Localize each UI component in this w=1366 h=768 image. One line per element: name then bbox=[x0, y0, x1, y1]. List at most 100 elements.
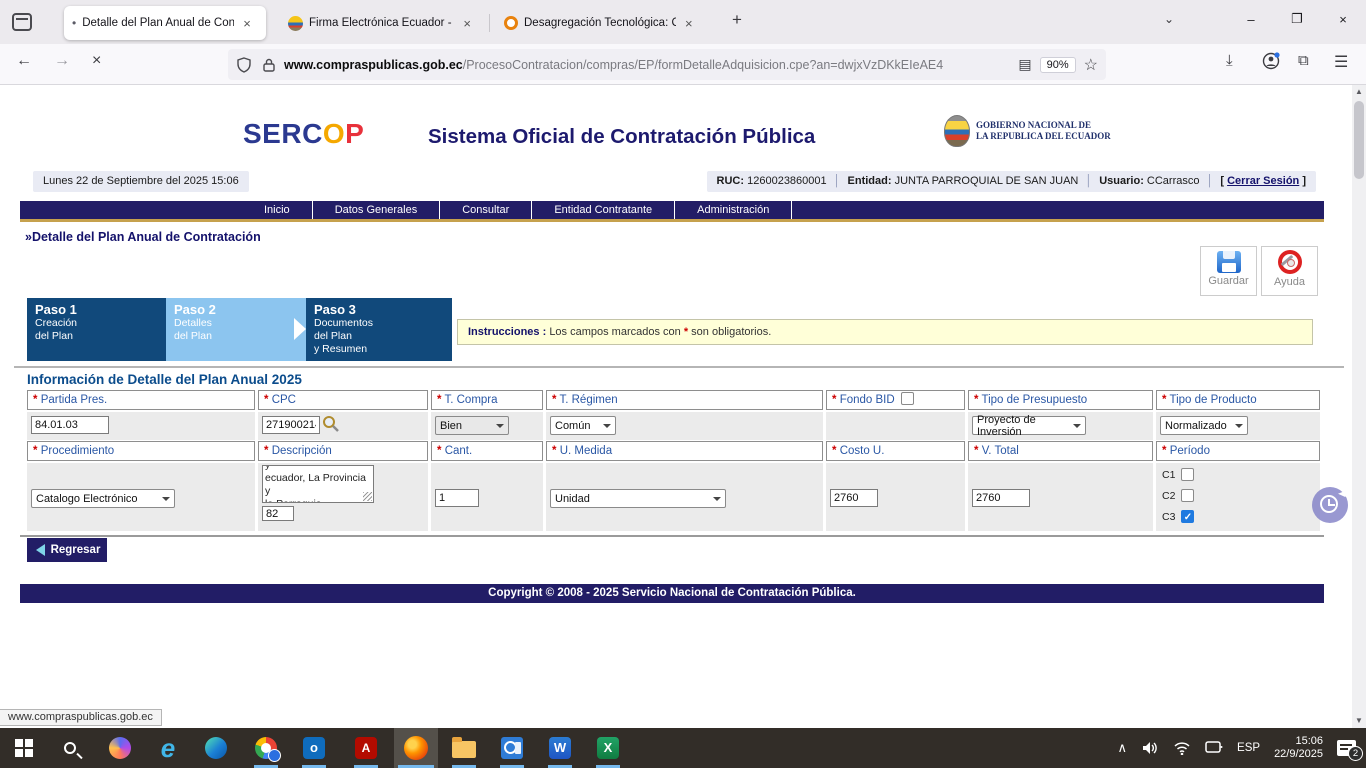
language-indicator[interactable]: ESP bbox=[1237, 742, 1260, 754]
account-icon[interactable] bbox=[1262, 52, 1280, 70]
taskbar-internet-explorer[interactable]: e bbox=[146, 728, 190, 768]
periodo-c1-checkbox[interactable] bbox=[1181, 468, 1194, 481]
tab-firma-electronica[interactable]: Firma Electrónica Ecuador - Firm × bbox=[280, 6, 482, 40]
tab-title: Detalle del Plan Anual de Contr bbox=[82, 17, 234, 29]
vtotal-input[interactable] bbox=[972, 489, 1030, 507]
url-bar[interactable]: www.compraspublicas.gob.ec/ProcesoContra… bbox=[228, 49, 1106, 80]
periodo-c3-checkbox[interactable]: ✓ bbox=[1181, 510, 1194, 523]
hamburger-menu-icon[interactable]: ☰ bbox=[1334, 52, 1348, 72]
tab-detalle-plan[interactable]: • Detalle del Plan Anual de Contr × bbox=[64, 6, 266, 40]
step-line: del Plan bbox=[35, 330, 166, 343]
back-page-button[interactable]: Regresar bbox=[27, 538, 107, 562]
sidebar-icon[interactable]: ⧉ bbox=[1298, 52, 1309, 69]
volume-icon[interactable] bbox=[1141, 740, 1159, 756]
umedida-select[interactable]: Unidad bbox=[550, 489, 726, 508]
zoom-level-badge[interactable]: 90% bbox=[1040, 57, 1076, 73]
menu-item-inicio[interactable]: Inicio bbox=[242, 201, 313, 219]
cell-tcompra: Bien bbox=[431, 412, 543, 440]
start-button[interactable] bbox=[2, 728, 46, 768]
taskbar-file-explorer[interactable] bbox=[442, 728, 486, 768]
logout-link[interactable]: Cerrar Sesión bbox=[1227, 175, 1299, 187]
tab-close-icon[interactable]: × bbox=[460, 16, 474, 31]
scroll-up-icon[interactable]: ▲ bbox=[1352, 85, 1366, 99]
descripcion-textarea[interactable]: ecuador, La Provincia y ecuador, La Prov… bbox=[262, 465, 374, 503]
partida-input[interactable] bbox=[31, 416, 109, 434]
list-tabs-chevron-icon[interactable]: ⌄ bbox=[1164, 12, 1174, 26]
tpresupuesto-select[interactable]: Proyecto de Inversión bbox=[972, 416, 1086, 435]
taskbar-word[interactable]: W bbox=[538, 728, 582, 768]
taskbar-outlook[interactable]: o bbox=[292, 728, 336, 768]
notifications-icon[interactable]: 2 bbox=[1337, 740, 1356, 756]
instructions-box: Instrucciones : Los campos marcados con … bbox=[457, 319, 1313, 345]
downloads-icon[interactable]: ⤓ bbox=[1226, 52, 1233, 69]
url-text[interactable]: www.compraspublicas.gob.ec/ProcesoContra… bbox=[284, 58, 1018, 72]
periodo-c2-checkbox[interactable] bbox=[1181, 489, 1194, 502]
taskbar-search-button[interactable] bbox=[48, 728, 92, 768]
menu-item-datos-generales[interactable]: Datos Generales bbox=[313, 201, 441, 219]
tab-close-icon[interactable]: × bbox=[682, 16, 696, 31]
resize-handle[interactable] bbox=[363, 492, 372, 501]
scrollbar-thumb[interactable] bbox=[1354, 101, 1364, 179]
cant-input[interactable] bbox=[435, 489, 479, 507]
step-line: y Resumen bbox=[314, 343, 452, 356]
taskbar-firefox-active[interactable] bbox=[394, 728, 438, 768]
page-title: Sistema Oficial de Contratación Pública bbox=[428, 125, 815, 149]
maximize-button[interactable]: ❐ bbox=[1274, 0, 1320, 38]
fondo-bid-checkbox[interactable] bbox=[901, 392, 914, 405]
cell-tregimen: Común bbox=[546, 412, 823, 440]
back-button[interactable]: ← bbox=[16, 52, 32, 70]
cell-cant bbox=[431, 463, 543, 531]
minimize-button[interactable]: – bbox=[1228, 0, 1274, 38]
tab-title: Desagregación Tecnológica: Cál bbox=[524, 17, 676, 29]
reader-mode-icon[interactable]: ▤ bbox=[1018, 56, 1031, 73]
firefox-view-icon[interactable] bbox=[12, 13, 32, 31]
scroll-down-icon[interactable]: ▼ bbox=[1352, 714, 1366, 728]
taskbar-edge[interactable] bbox=[194, 728, 238, 768]
cpc-search-icon[interactable] bbox=[322, 415, 340, 433]
tcompra-select[interactable]: Bien bbox=[435, 416, 509, 435]
taskbar-acrobat[interactable]: A bbox=[344, 728, 388, 768]
cast-icon[interactable] bbox=[1205, 741, 1223, 755]
lock-icon[interactable] bbox=[262, 57, 276, 73]
bottom-divider bbox=[20, 535, 1324, 537]
new-tab-button[interactable]: + bbox=[732, 10, 742, 30]
forward-button[interactable]: → bbox=[54, 52, 70, 70]
descripcion-line2: la Parroquia. bbox=[265, 498, 371, 503]
tab-close-icon[interactable]: × bbox=[240, 16, 254, 31]
menu-item-administracion[interactable]: Administración bbox=[675, 201, 792, 219]
taskbar-system-app[interactable] bbox=[490, 728, 534, 768]
tab-desagregacion[interactable]: Desagregación Tecnológica: Cál × bbox=[496, 6, 708, 40]
descripcion-extra-input[interactable] bbox=[262, 506, 294, 521]
taskbar-chrome[interactable] bbox=[244, 728, 288, 768]
gov-text-line1: GOBIERNO NACIONAL DE bbox=[976, 120, 1111, 131]
procedimiento-select[interactable]: Catalogo Electrónico bbox=[31, 489, 175, 508]
save-button[interactable]: Guardar bbox=[1200, 246, 1257, 296]
wifi-icon[interactable] bbox=[1173, 741, 1191, 755]
firefox-icon bbox=[404, 736, 428, 760]
time-tracker-overlay-icon[interactable] bbox=[1312, 487, 1348, 523]
bookmark-star-icon[interactable]: ☆ bbox=[1084, 55, 1098, 75]
tregimen-select[interactable]: Común bbox=[550, 416, 616, 435]
menu-item-consultar[interactable]: Consultar bbox=[440, 201, 532, 219]
page-scrollbar[interactable]: ▲ ▼ bbox=[1352, 85, 1366, 728]
cpc-input[interactable] bbox=[262, 416, 320, 434]
sercop-logo: SERCOP bbox=[243, 118, 364, 150]
menu-item-entidad-contratante[interactable]: Entidad Contratante bbox=[532, 201, 675, 219]
help-button[interactable]: Ayuda bbox=[1261, 246, 1318, 296]
costou-input[interactable] bbox=[830, 489, 878, 507]
cell-umedida: Unidad bbox=[546, 463, 823, 531]
close-window-button[interactable]: × bbox=[1320, 0, 1366, 38]
tproducto-select[interactable]: Normalizado bbox=[1160, 416, 1248, 435]
stop-button[interactable]: × bbox=[92, 52, 101, 70]
sercop-logo-p: P bbox=[345, 118, 364, 149]
step-title: Paso 1 bbox=[35, 302, 166, 317]
desagregacion-favicon bbox=[504, 16, 518, 30]
taskbar-excel[interactable]: X bbox=[586, 728, 630, 768]
session-box: RUC: 1260023860001│Entidad: JUNTA PARROQ… bbox=[707, 171, 1316, 192]
taskbar-copilot[interactable] bbox=[98, 728, 142, 768]
user-label: Usuario: bbox=[1099, 175, 1144, 187]
shield-icon[interactable] bbox=[236, 57, 252, 73]
acrobat-icon: A bbox=[355, 737, 377, 759]
taskbar-clock[interactable]: 15:06 22/9/2025 bbox=[1274, 735, 1323, 761]
tray-chevron-icon[interactable]: ∧ bbox=[1118, 740, 1128, 756]
